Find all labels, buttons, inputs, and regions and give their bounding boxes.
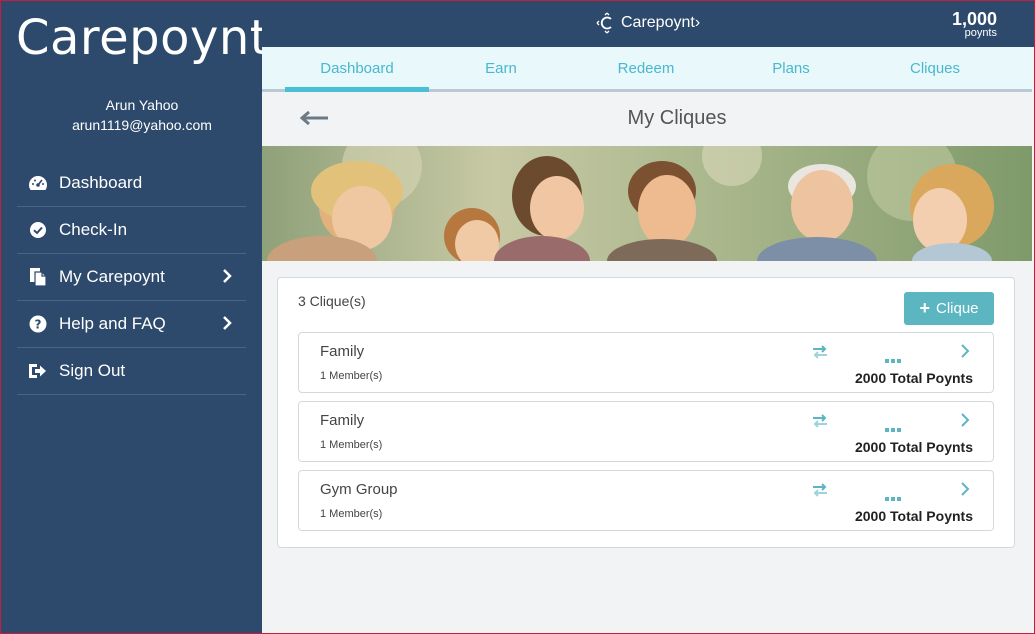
add-clique-button[interactable]: + Clique <box>904 292 994 325</box>
clique-count: 3 Clique(s) <box>298 293 366 309</box>
svg-text:?: ? <box>35 318 42 332</box>
sidebar-nav: Dashboard Check-In My Carepoynt ? Help a… <box>17 160 246 395</box>
more-options-icon[interactable] <box>885 488 901 501</box>
page-title: My Cliques <box>627 107 727 129</box>
transfer-icon[interactable] <box>812 414 828 428</box>
add-clique-label: Clique <box>935 300 979 317</box>
chevron-right-icon[interactable] <box>959 343 971 359</box>
clique-row[interactable]: Family 1 Member(s) 2000 Total Poynts <box>298 332 994 393</box>
hero-family-image <box>262 146 1032 261</box>
chevron-right-icon <box>222 315 232 336</box>
speedometer-icon <box>28 173 48 193</box>
more-options-icon[interactable] <box>885 350 901 363</box>
documents-icon <box>28 267 48 287</box>
brand-small[interactable]: Carepoynt› <box>596 12 700 34</box>
top-bar: Carepoynt› 1,000 poynts <box>262 0 1035 47</box>
chevron-right-icon[interactable] <box>959 412 971 428</box>
clique-row[interactable]: Family 1 Member(s) 2000 Total Poynts <box>298 401 994 462</box>
check-circle-icon <box>28 220 48 240</box>
clique-members: 1 Member(s) <box>320 439 383 451</box>
sign-out-icon <box>28 361 48 381</box>
sidebar-item-label: Help and FAQ <box>59 314 166 333</box>
clique-members: 1 Member(s) <box>320 508 383 520</box>
cliques-card: 3 Clique(s) + Clique Family 1 Member(s) … <box>277 277 1015 548</box>
sidebar-item-dashboard[interactable]: Dashboard <box>17 160 246 207</box>
transfer-icon[interactable] <box>812 345 828 359</box>
clique-name: Family <box>320 412 365 429</box>
question-circle-icon: ? <box>28 314 48 334</box>
transfer-icon[interactable] <box>812 483 828 497</box>
sidebar-item-label: Sign Out <box>59 361 126 380</box>
plus-icon: + <box>919 298 930 318</box>
tab-earn[interactable]: Earn <box>429 47 573 92</box>
tab-redeem[interactable]: Redeem <box>574 47 718 92</box>
tab-dashboard[interactable]: Dashboard <box>285 47 429 92</box>
carepoynt-mark-icon <box>596 12 618 34</box>
clique-name: Gym Group <box>320 481 398 498</box>
clique-total-poynts: 2000 Total Poynts <box>854 439 973 455</box>
sidebar-item-label: My Carepoynt <box>59 267 165 286</box>
clique-total-poynts: 2000 Total Poynts <box>854 508 973 524</box>
sidebar-item-sign-out[interactable]: Sign Out <box>17 348 246 395</box>
chevron-right-icon <box>222 268 232 289</box>
points-label: poynts <box>964 27 997 39</box>
user-email: arun1119@yahoo.com <box>72 117 212 133</box>
sidebar-item-check-in[interactable]: Check-In <box>17 207 246 254</box>
chevron-right-icon[interactable] <box>959 481 971 497</box>
sidebar-item-help-faq[interactable]: ? Help and FAQ <box>17 301 246 348</box>
tab-cliques[interactable]: Cliques <box>863 47 1007 92</box>
clique-total-poynts: 2000 Total Poynts <box>854 370 973 386</box>
more-options-icon[interactable] <box>885 419 901 432</box>
sidebar-item-my-carepoynt[interactable]: My Carepoynt <box>17 254 246 301</box>
clique-members: 1 Member(s) <box>320 370 383 382</box>
main-tabs: Dashboard Earn Redeem Plans Cliques <box>262 47 1032 92</box>
sidebar: Carepoynt› Arun Yahoo arun1119@yahoo.com… <box>0 0 288 634</box>
sidebar-item-label: Dashboard <box>59 173 143 192</box>
brand-small-text: Carepoynt› <box>621 14 701 31</box>
sidebar-item-label: Check-In <box>59 220 128 239</box>
carepoynt-logo[interactable]: Carepoynt› <box>16 10 289 66</box>
clique-row[interactable]: Gym Group 1 Member(s) 2000 Total Poynts <box>298 470 994 531</box>
tab-plans[interactable]: Plans <box>719 47 863 92</box>
clique-name: Family <box>320 343 365 360</box>
user-name: Arun Yahoo <box>105 97 179 113</box>
